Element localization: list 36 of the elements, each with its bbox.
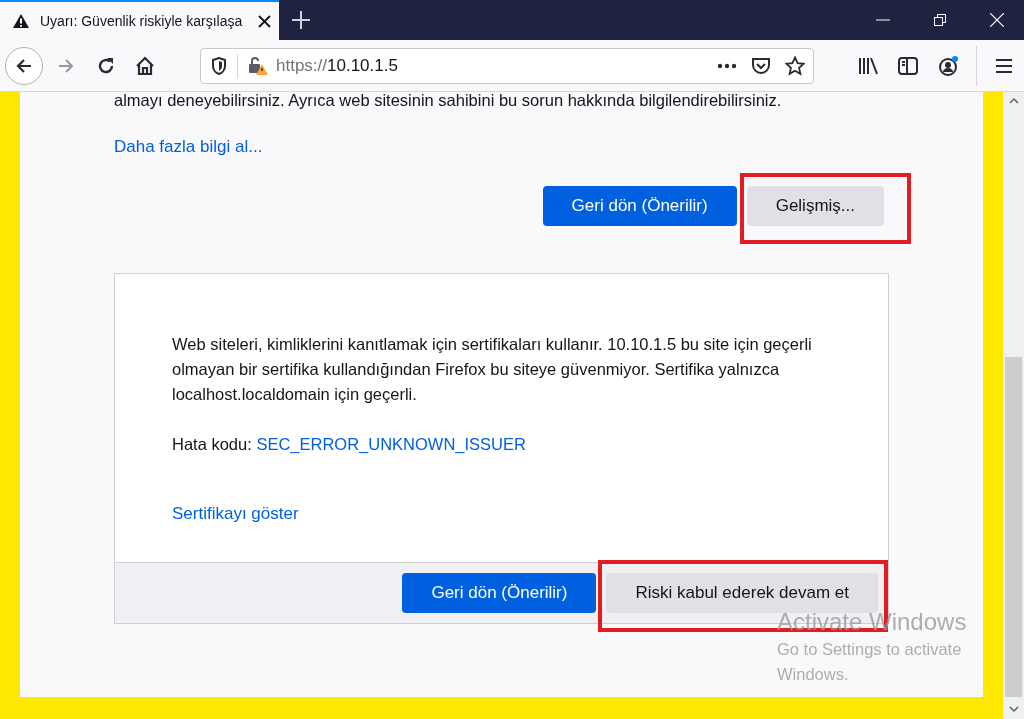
error-code-label: Hata kodu: <box>172 434 252 453</box>
certificate-explanation: Web siteleri, kimliklerini kanıtlamak için sertifikaları kullanır. 10.10.1.5 bu site için geçerli olmayan bir sertifika kullandığından Firefox bu siteye güvenmiyor. Sertifika yalnızca localhost.localdomain için geçerli. <box>172 333 813 405</box>
pocket-icon[interactable] <box>751 55 771 76</box>
warning-icon <box>12 13 30 29</box>
reload-icon[interactable] <box>96 55 116 76</box>
more-dots-icon[interactable] <box>717 62 737 69</box>
back-button[interactable] <box>5 46 43 85</box>
menu-icon[interactable] <box>995 57 1013 74</box>
intro-paragraph: almayı deneyebilirsiniz. Ayrıca web sitesinin sahibini bu sorun hakkında bilgilendirebilirsiniz. <box>114 92 783 108</box>
library-icon[interactable] <box>858 56 878 75</box>
address-bar[interactable]: https://10.10.1.5 <box>200 47 814 84</box>
scroll-down-icon[interactable] <box>1008 705 1019 713</box>
sidebar-icon[interactable] <box>898 56 918 75</box>
star-icon[interactable] <box>785 55 805 76</box>
home-icon[interactable] <box>134 54 156 77</box>
view-certificate-link[interactable]: Sertifikayı göster <box>172 501 299 527</box>
tab-title: Uyarı: Güvenlik riskiyle karşılaşa <box>40 11 244 31</box>
go-back-button[interactable]: Geri dön (Önerilir) <box>542 185 737 226</box>
error-code-link[interactable]: SEC_ERROR_UNKNOWN_ISSUER <box>256 434 526 453</box>
new-tab-icon[interactable] <box>291 10 311 30</box>
learn-more-link[interactable]: Daha fazla bilgi al... <box>114 134 263 160</box>
scroll-up-icon[interactable] <box>1008 97 1019 105</box>
account-icon[interactable] <box>938 55 960 76</box>
restore-icon[interactable] <box>934 14 946 26</box>
secondary-button[interactable]: Riski kabul ederek devam et <box>606 572 878 613</box>
lock-warning-icon[interactable] <box>248 55 268 76</box>
secondary-button[interactable]: Gelişmiş... <box>746 185 884 226</box>
browser-tab[interactable]: Uyarı: Güvenlik riskiyle karşılaşa <box>0 0 279 40</box>
url-text: https://10.10.1.5 <box>276 54 398 77</box>
go-back-button[interactable]: Geri dön (Önerilir) <box>402 572 597 613</box>
close-icon[interactable] <box>258 14 271 28</box>
scroll-thumb[interactable] <box>1005 357 1022 697</box>
close-window-icon[interactable] <box>990 13 1004 27</box>
scrollbar[interactable] <box>1003 92 1024 719</box>
watermark-text: Go to Settings to activate Windows. <box>777 639 963 685</box>
shield-icon[interactable] <box>211 56 227 75</box>
